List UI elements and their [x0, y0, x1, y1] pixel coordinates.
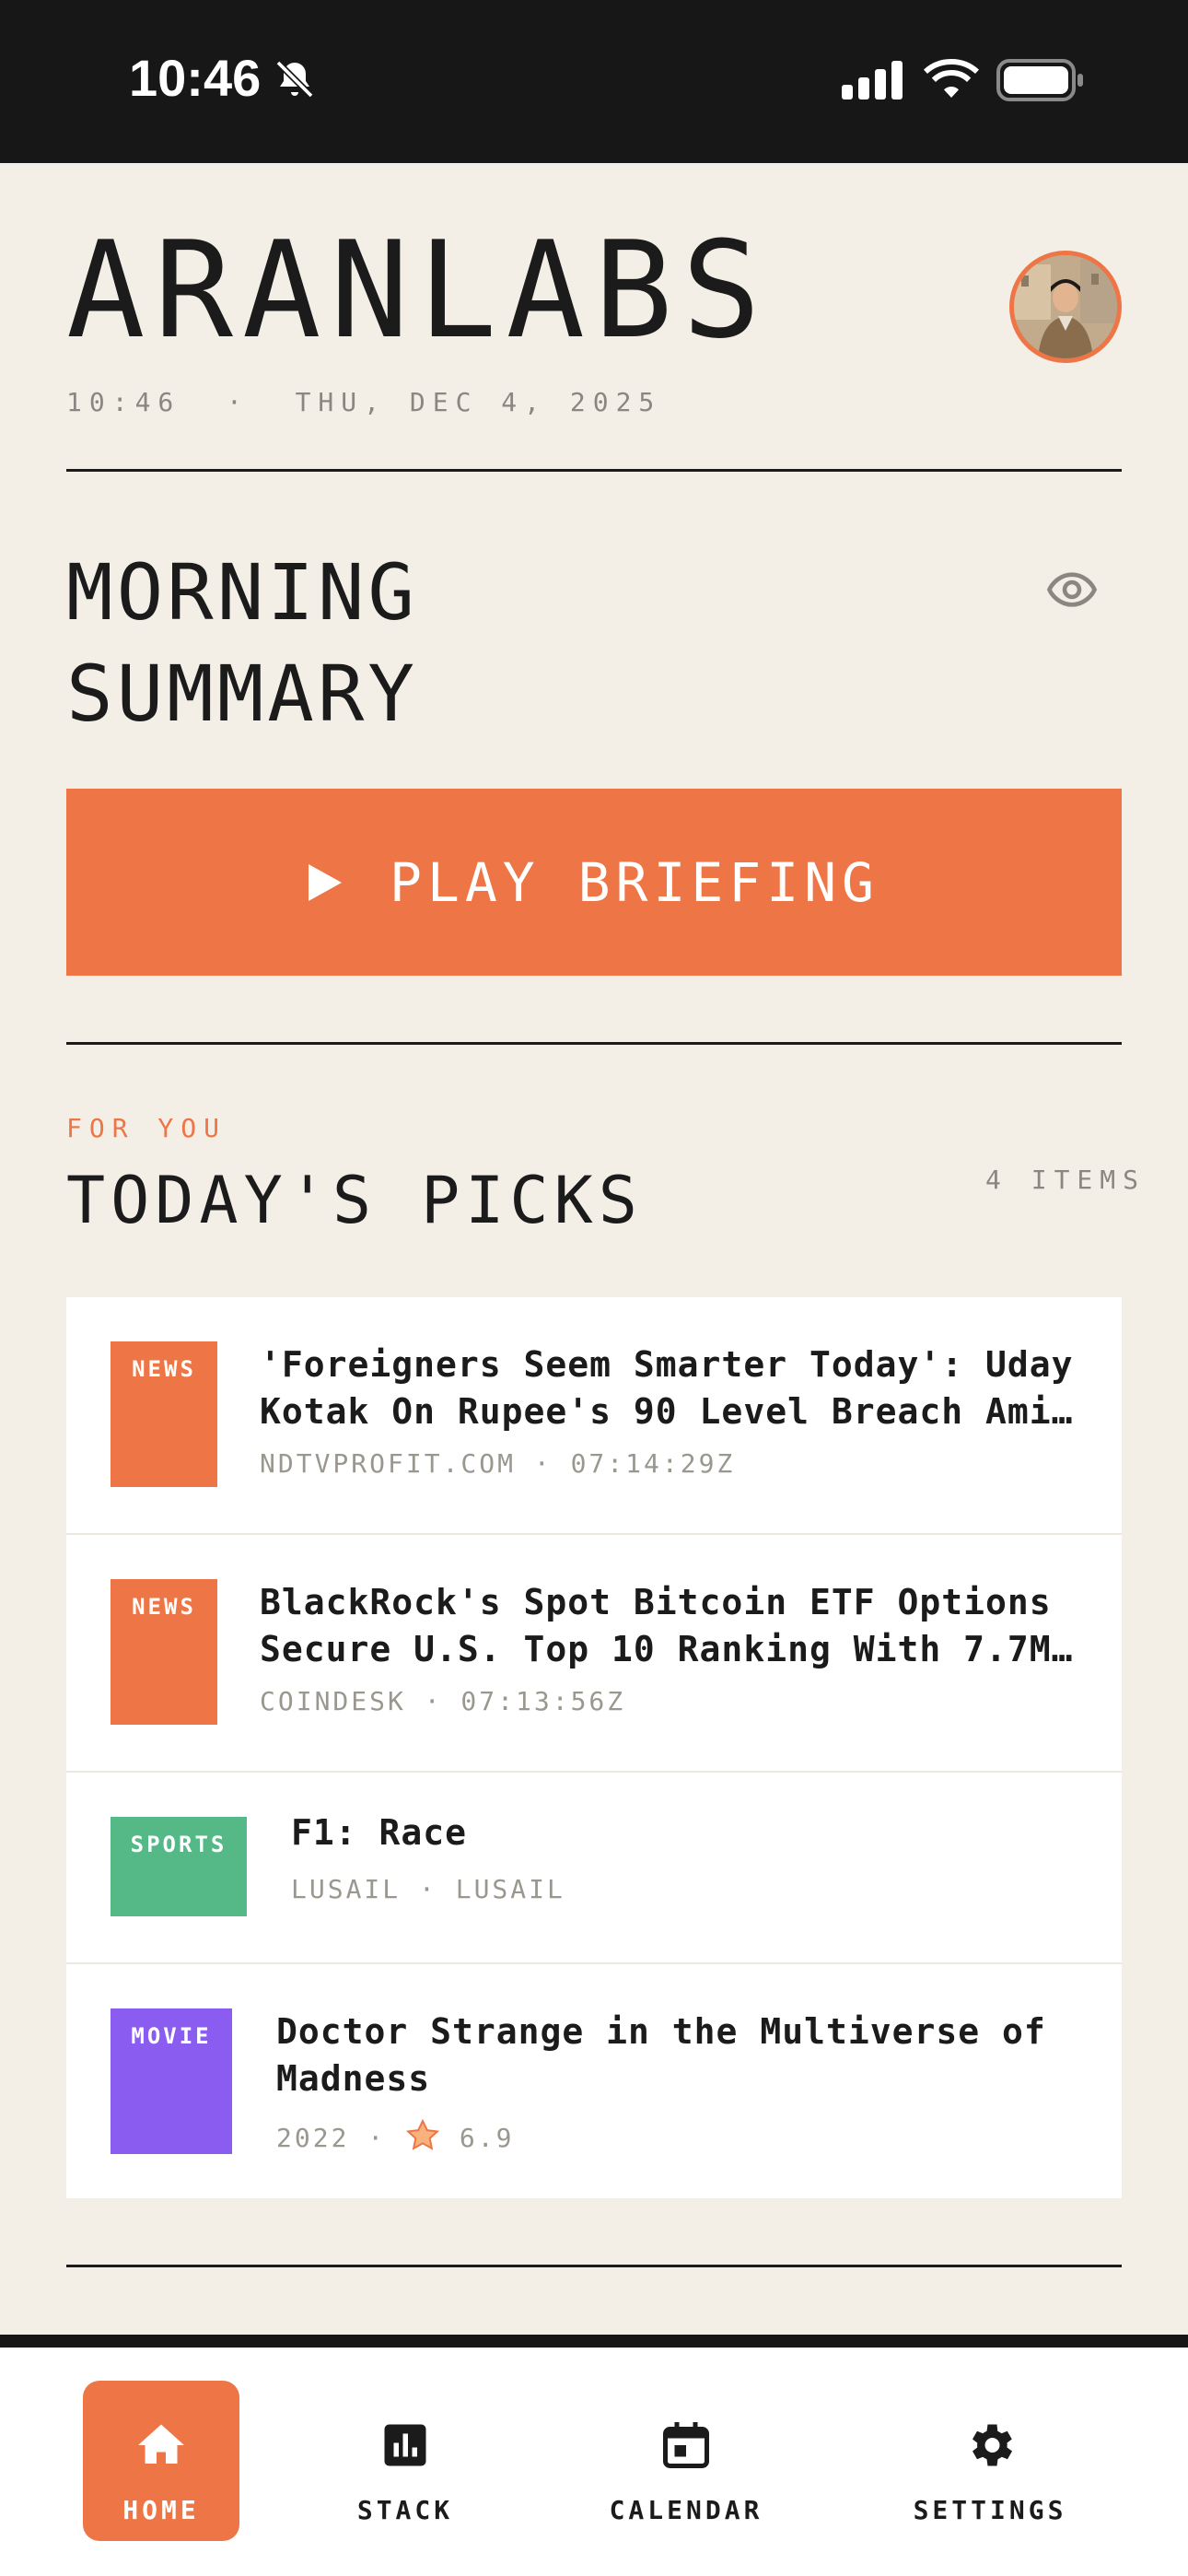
- eye-icon[interactable]: [1046, 564, 1098, 615]
- list-item[interactable]: NEWS 'Foreigners Seem Smarter Today': Ud…: [66, 1297, 1122, 1535]
- category-badge: SPORTS: [111, 1817, 247, 1916]
- list-item[interactable]: SPORTS F1: Race LUSAIL · LUSAIL: [66, 1773, 1122, 1964]
- nav-item-settings[interactable]: SETTINGS: [912, 2381, 1068, 2541]
- signal-icon: [842, 61, 903, 100]
- item-title-line: Secure U.S. Top 10 Ranking With 7.7M…: [260, 1629, 1074, 1669]
- item-title-line: BlackRock's Spot Bitcoin ETF Options: [260, 1582, 1052, 1622]
- play-icon: [309, 863, 343, 901]
- wifi-icon: [924, 58, 979, 98]
- date-time-label: 10:46 · THU, DEC 4, 2025: [66, 387, 662, 417]
- section-title-line: MORNING: [66, 547, 419, 638]
- home-icon: [138, 2424, 184, 2464]
- nav-label: CALENDAR: [609, 2495, 763, 2525]
- nav-border: [0, 2335, 1188, 2348]
- item-title: F1: Race: [291, 1809, 467, 1856]
- nav-item-stack[interactable]: STACK: [332, 2381, 479, 2541]
- divider: [66, 469, 1122, 472]
- category-badge: NEWS: [111, 1341, 217, 1487]
- items-count: 4 ITEMS: [985, 1165, 1147, 1195]
- avatar-photo: [1014, 255, 1117, 358]
- calendar-icon: [663, 2422, 709, 2468]
- section-title: MORNING SUMMARY: [66, 542, 619, 744]
- nav-label: SETTINGS: [913, 2495, 1067, 2525]
- divider: [66, 1042, 1122, 1045]
- star-icon: [405, 2118, 440, 2150]
- item-title-line: 'Foreigners Seem Smarter Today': Uday: [260, 1344, 1074, 1385]
- picks-list: NEWS 'Foreigners Seem Smarter Today': Ud…: [66, 1297, 1122, 2198]
- item-year: 2022 ·: [276, 2123, 387, 2153]
- list-item[interactable]: NEWS BlackRock's Spot Bitcoin ETF Option…: [66, 1535, 1122, 1773]
- status-time: 10:46: [129, 49, 262, 107]
- section-eyebrow: FOR YOU: [66, 1113, 227, 1143]
- item-title: 'Foreigners Seem Smarter Today': Uday Ko…: [260, 1341, 1073, 1435]
- nav-label: HOME: [122, 2495, 200, 2525]
- item-title-line: Kotak On Rupee's 90 Level Breach Ami…: [260, 1391, 1074, 1432]
- category-badge: NEWS: [111, 1579, 217, 1725]
- item-meta: LUSAIL · LUSAIL: [291, 1874, 565, 1904]
- nav-item-calendar[interactable]: CALENDAR: [599, 2381, 774, 2541]
- status-bar: 10:46: [0, 0, 1188, 163]
- play-briefing-label: PLAY BRIEFING: [390, 850, 879, 914]
- item-title-line: Madness: [276, 2058, 431, 2099]
- battery-icon: [996, 59, 1083, 101]
- item-meta: NDTVPROFIT.COM · 07:14:29Z: [260, 1448, 736, 1479]
- gear-icon: [973, 2424, 1012, 2466]
- divider: [66, 2265, 1122, 2267]
- item-title-line: Doctor Strange in the Multiverse of: [276, 2011, 1046, 2052]
- item-meta: COINDESK · 07:13:56Z: [260, 1686, 626, 1716]
- item-rating: 6.9: [459, 2123, 515, 2153]
- bar-chart-icon: [384, 2424, 426, 2466]
- app-title: ARANLABS: [66, 213, 770, 369]
- avatar[interactable]: [1009, 251, 1122, 363]
- category-badge: MOVIE: [111, 2008, 232, 2154]
- item-meta: 2022 · 6.9: [276, 2117, 514, 2154]
- bell-slash-icon: [275, 60, 314, 99]
- item-title-line: F1: Race: [291, 1812, 468, 1853]
- nav-item-home[interactable]: HOME: [83, 2381, 239, 2541]
- nav-label: STACK: [356, 2495, 454, 2525]
- bottom-nav: HOME STACK CALENDAR SETTINGS: [0, 2348, 1188, 2576]
- item-title: Doctor Strange in the Multiverse of Madn…: [276, 2008, 1046, 2102]
- play-briefing-button[interactable]: PLAY BRIEFING: [66, 789, 1122, 976]
- picks-title: TODAY'S PICKS: [66, 1163, 643, 1238]
- list-item[interactable]: MOVIE Doctor Strange in the Multiverse o…: [66, 1964, 1122, 2198]
- section-title-line: SUMMARY: [66, 649, 419, 739]
- item-title: BlackRock's Spot Bitcoin ETF Options Sec…: [260, 1579, 1073, 1673]
